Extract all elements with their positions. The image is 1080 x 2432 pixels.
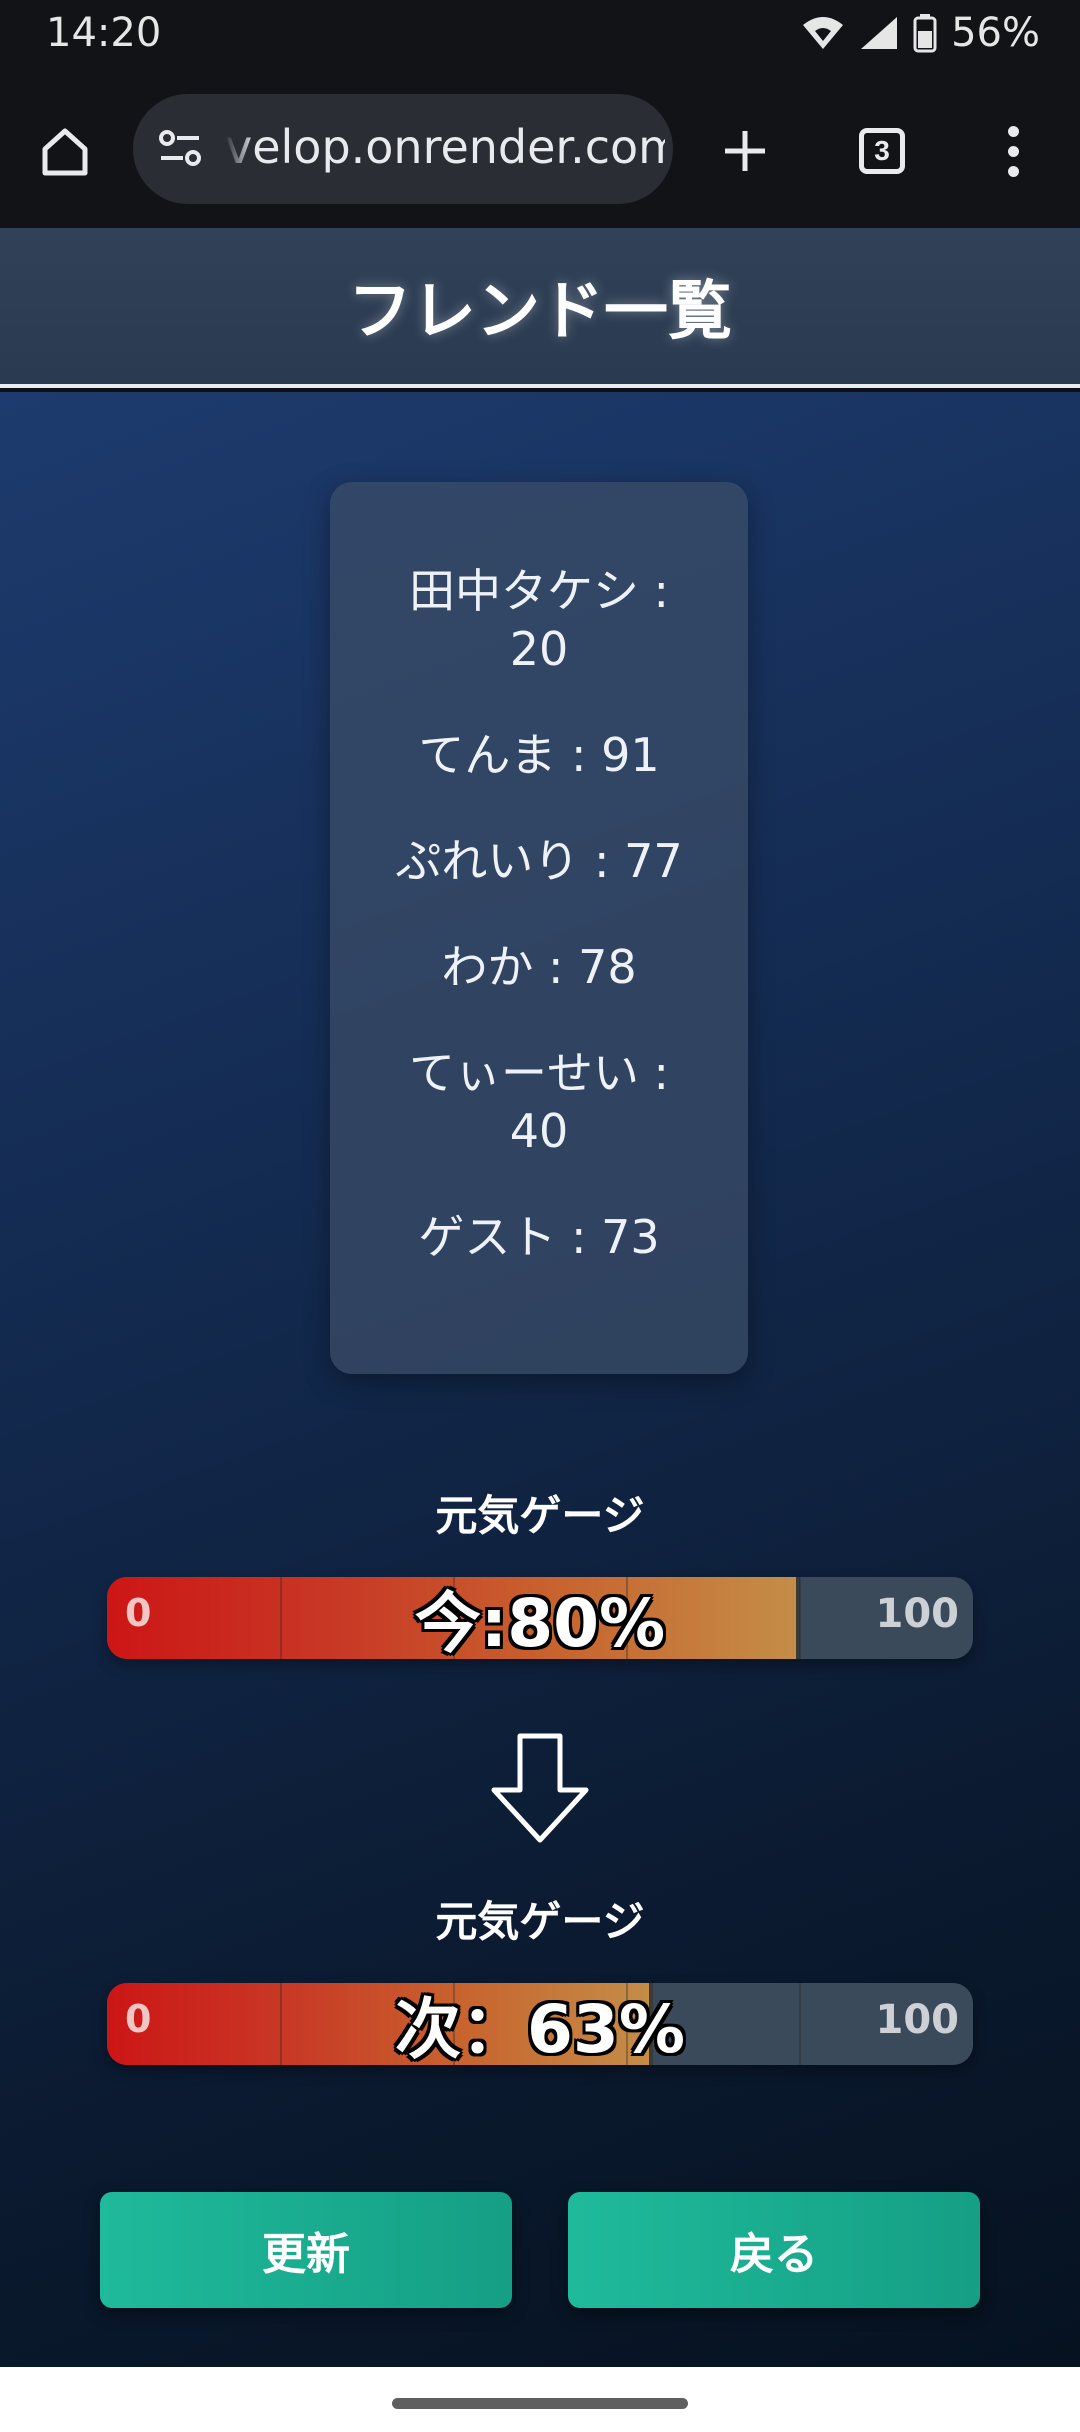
battery-icon	[913, 14, 937, 53]
new-tab-button[interactable]	[708, 114, 782, 188]
menu-dot-icon	[1007, 165, 1019, 177]
status-icons: 56%	[801, 10, 1040, 56]
menu-dot-icon	[1007, 145, 1019, 157]
gauge-current-text: 今:80%	[414, 1585, 666, 1659]
status-time: 14:20	[46, 10, 162, 56]
friend-list-card: 田中タケシ : 20 てんま : 91 ぷれいり : 77 わか : 78 てぃ…	[330, 482, 748, 1374]
address-bar[interactable]: velop.onrender.com	[133, 94, 673, 204]
url-text[interactable]: velop.onrender.com	[225, 120, 665, 174]
site-settings-icon[interactable]	[155, 124, 205, 174]
gauge-current-label: 元気ゲージ	[435, 1491, 645, 1540]
tab-switcher-button[interactable]: 3	[845, 114, 919, 188]
friend-item: てんま : 91	[418, 728, 660, 782]
browser-toolbar: velop.onrender.com 3	[0, 70, 1080, 228]
home-button[interactable]	[28, 114, 102, 188]
page-header: フレンド一覧	[0, 228, 1080, 388]
friend-item: わか : 78	[441, 940, 637, 994]
plus-icon	[725, 131, 765, 171]
navigation-bar	[0, 2367, 1080, 2432]
friend-item: 田中タケシ : 20	[408, 564, 670, 676]
page-title: フレンド一覧	[348, 275, 732, 349]
friend-list: 田中タケシ : 20 てんま : 91 ぷれいり : 77 わか : 78 てぃ…	[330, 562, 748, 1266]
refresh-button[interactable]: 更新	[100, 2192, 512, 2308]
wifi-icon	[803, 17, 844, 49]
more-menu-button[interactable]	[990, 114, 1036, 188]
menu-dot-icon	[1007, 125, 1019, 137]
battery-percent: 56%	[951, 10, 1040, 56]
signal-icon	[861, 17, 898, 49]
tab-count: 3	[859, 128, 905, 174]
home-gesture-handle[interactable]	[392, 2398, 688, 2409]
back-button[interactable]: 戻る	[568, 2192, 980, 2308]
friend-item: ぷれいり : 77	[395, 834, 683, 888]
gauge-current: 0 100 今:80%	[107, 1577, 973, 1659]
gauge-next-label: 元気ゲージ	[435, 1897, 645, 1946]
page-body: 田中タケシ : 20 てんま : 91 ぷれいり : 77 わか : 78 てぃ…	[0, 392, 1080, 2367]
friend-item: ゲスト : 73	[418, 1210, 660, 1264]
gauge-next: 0 100 次：63%	[107, 1983, 973, 2065]
arrow-down-icon	[491, 1733, 589, 1843]
home-icon	[42, 128, 88, 176]
status-bar: 14:20 56%	[0, 0, 1080, 70]
friend-item: てぃーせい : 40	[408, 1046, 670, 1158]
gauge-next-text: 次：63%	[395, 1991, 685, 2065]
